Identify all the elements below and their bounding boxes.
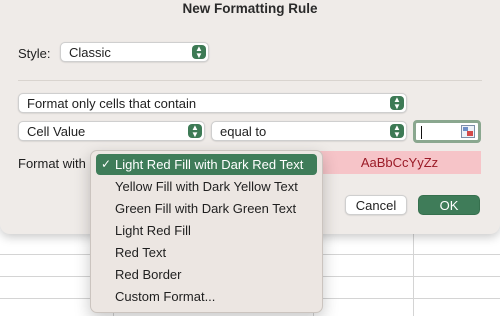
- style-label: Style:: [18, 46, 51, 61]
- menu-item-label: Yellow Fill with Dark Yellow Text: [115, 179, 298, 194]
- menu-item-label: Custom Format...: [115, 289, 216, 304]
- operator-popup[interactable]: equal to ▲ ▼: [211, 121, 407, 141]
- rule-type-popup[interactable]: Format only cells that contain ▲ ▼: [18, 93, 407, 113]
- condition-source-value: Cell Value: [27, 124, 86, 139]
- cancel-button[interactable]: Cancel: [345, 195, 407, 215]
- ok-button[interactable]: OK: [418, 195, 480, 215]
- value-input[interactable]: [413, 120, 481, 143]
- menu-item-light-red-fill[interactable]: Light Red Fill: [96, 220, 317, 241]
- format-preview: AaBbCcYyZz: [318, 151, 481, 174]
- cell-reference-icon[interactable]: [461, 125, 475, 138]
- menu-item-label: Light Red Fill with Dark Red Text: [115, 157, 304, 172]
- condition-source-popup[interactable]: Cell Value ▲ ▼: [18, 121, 205, 141]
- format-with-menu: ✓ Light Red Fill with Dark Red Text Yell…: [90, 150, 323, 313]
- checkmark-icon: ✓: [101, 157, 112, 171]
- operator-value: equal to: [220, 124, 267, 139]
- menu-item-label: Red Border: [115, 267, 182, 282]
- menu-item-red-text[interactable]: Red Text: [96, 242, 317, 263]
- text-caret: [421, 126, 422, 139]
- chevron-updown-icon: ▲ ▼: [390, 96, 404, 111]
- format-with-label: Format with: [18, 156, 86, 171]
- grid-line: [413, 232, 414, 316]
- menu-item-label: Green Fill with Dark Green Text: [115, 201, 297, 216]
- style-popup-value: Classic: [69, 45, 111, 60]
- chevron-updown-icon: ▲ ▼: [188, 124, 202, 139]
- menu-item-label: Light Red Fill: [115, 223, 191, 238]
- menu-item-label: Red Text: [115, 245, 167, 260]
- chevron-updown-icon: ▲ ▼: [192, 45, 206, 60]
- separator: [18, 80, 482, 81]
- menu-item-yellow-fill-dark-yellow-text[interactable]: Yellow Fill with Dark Yellow Text: [96, 176, 317, 197]
- rule-type-value: Format only cells that contain: [27, 96, 197, 111]
- chevron-updown-icon: ▲ ▼: [390, 124, 404, 139]
- menu-item-light-red-fill-dark-red-text[interactable]: ✓ Light Red Fill with Dark Red Text: [96, 154, 317, 175]
- dialog-title: New Formatting Rule: [182, 1, 318, 16]
- style-popup[interactable]: Classic ▲ ▼: [60, 42, 209, 62]
- menu-item-red-border[interactable]: Red Border: [96, 264, 317, 285]
- menu-item-custom-format[interactable]: Custom Format...: [96, 286, 317, 307]
- menu-item-green-fill-dark-green-text[interactable]: Green Fill with Dark Green Text: [96, 198, 317, 219]
